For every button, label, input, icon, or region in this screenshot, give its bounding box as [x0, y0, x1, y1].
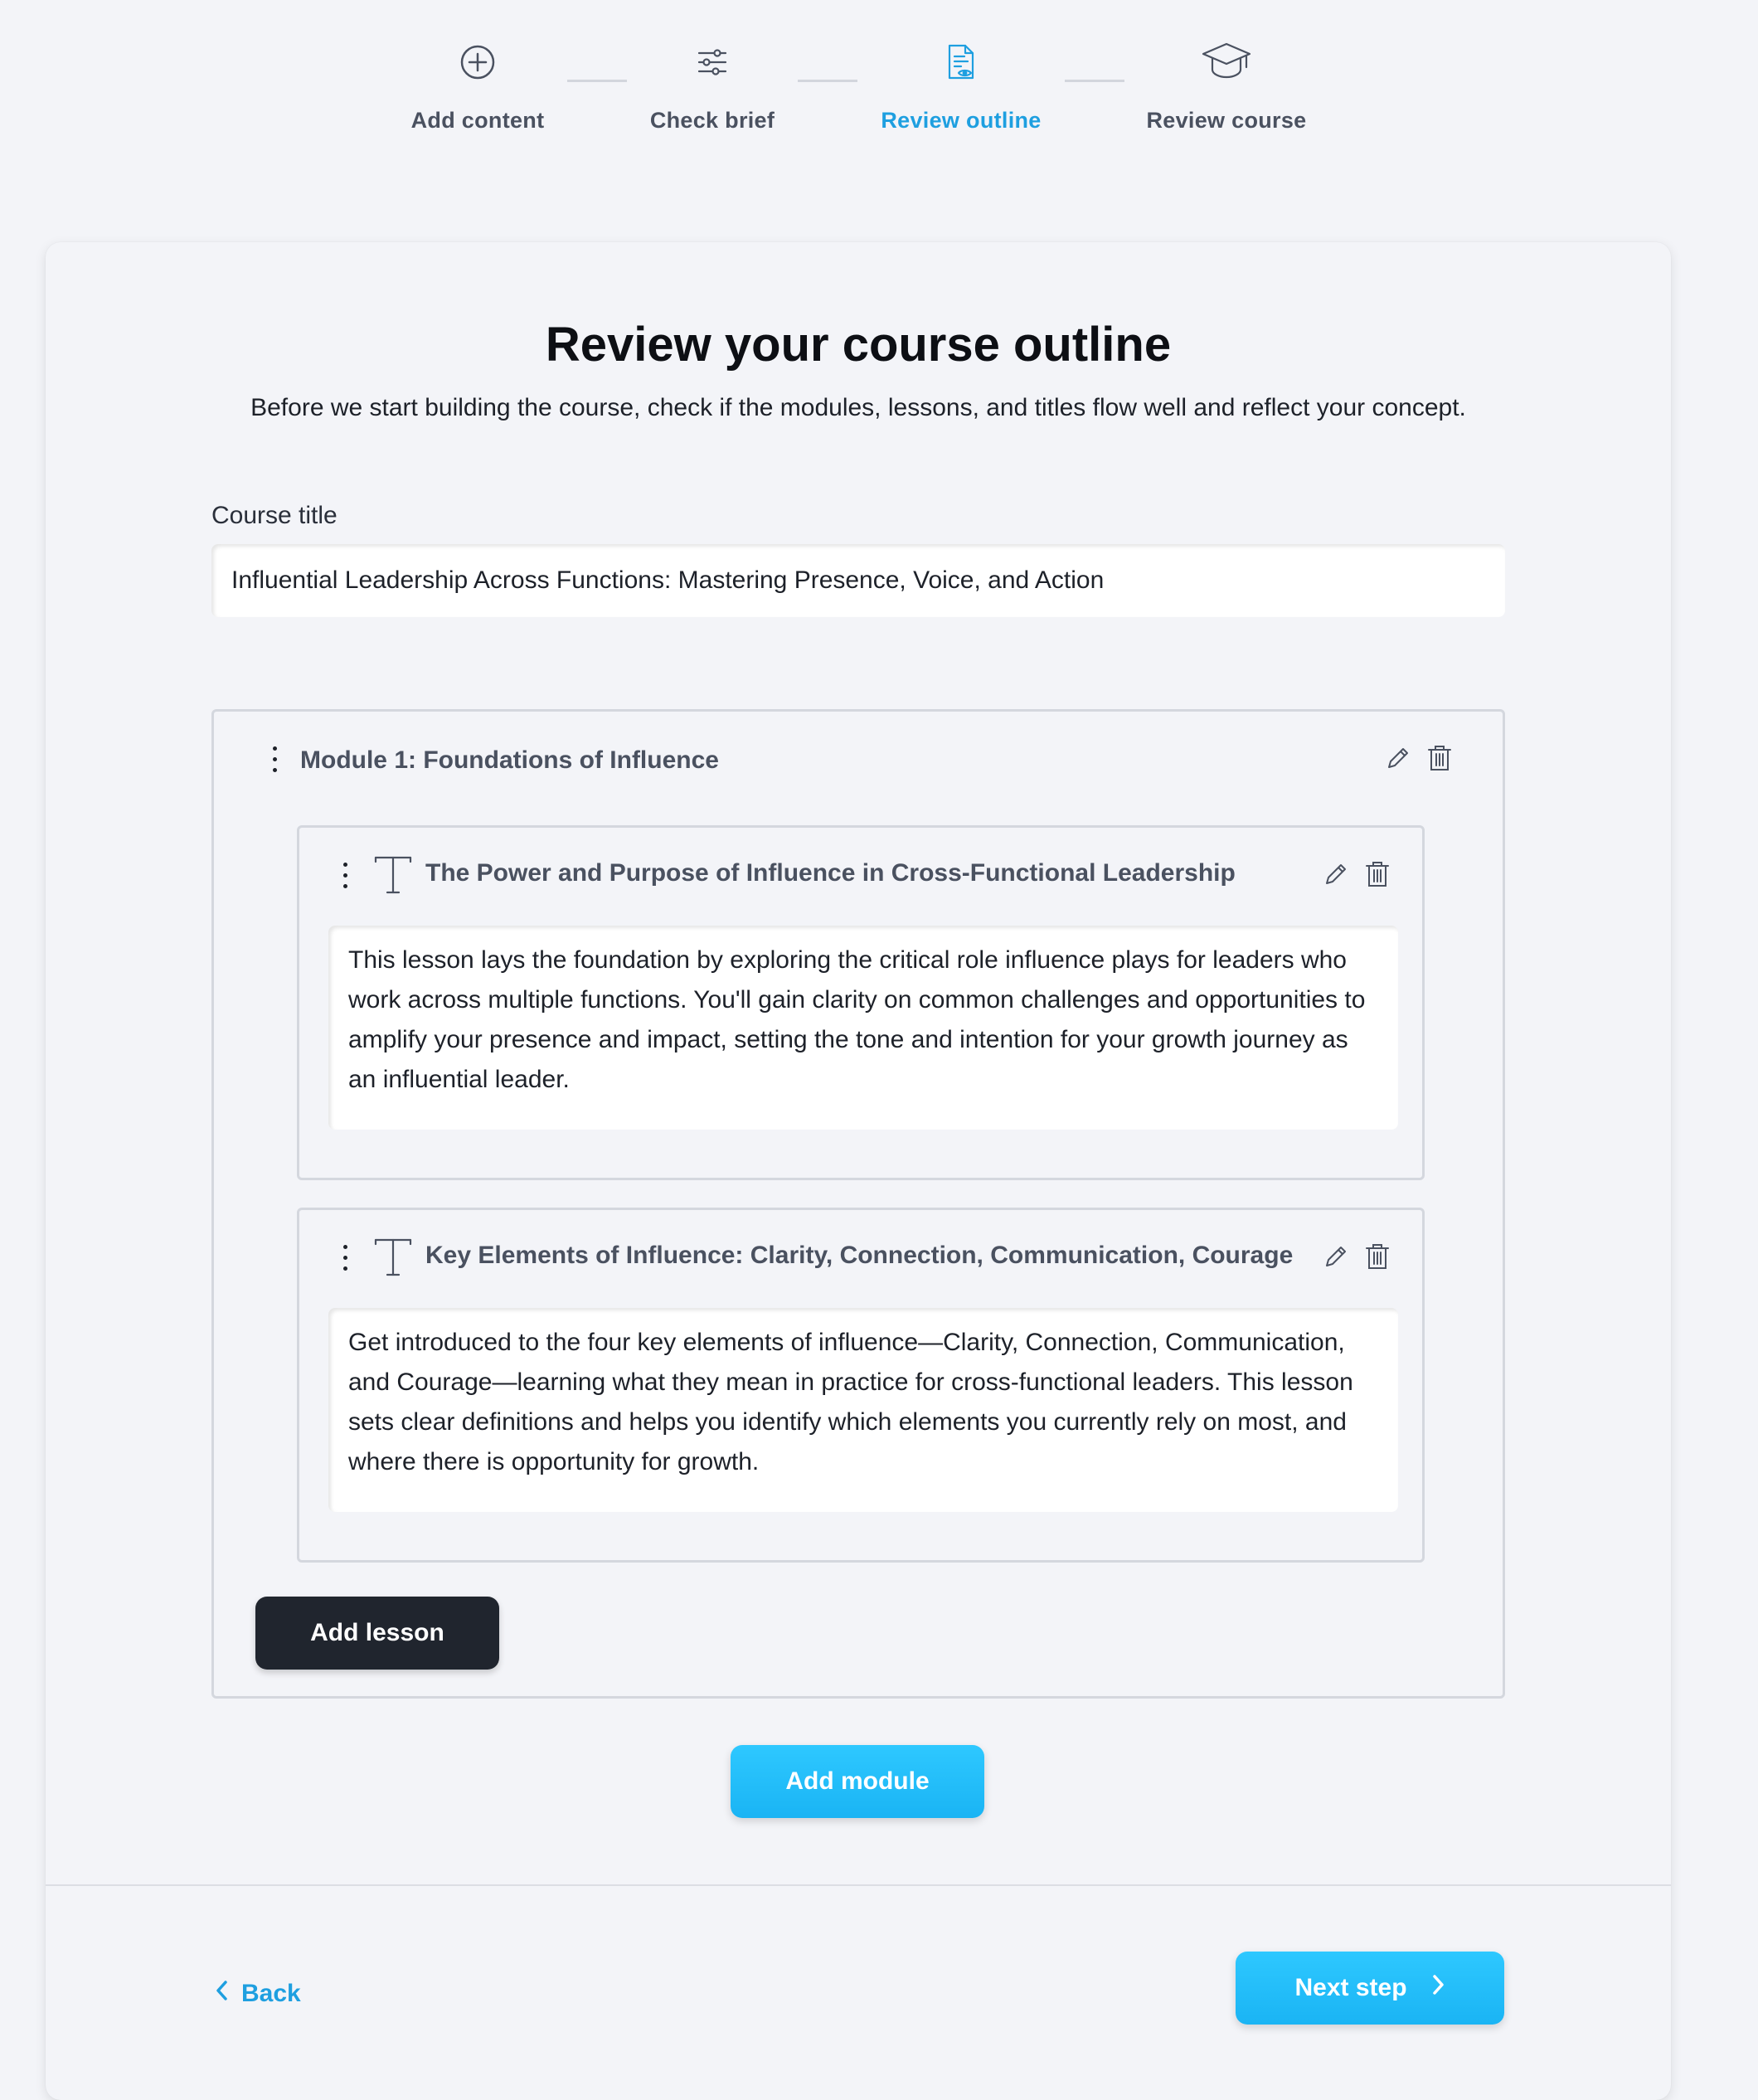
step-review-outline[interactable]: Review outline — [853, 33, 1069, 134]
delete-lesson-trash-icon[interactable] — [1362, 859, 1392, 889]
add-module-button[interactable]: Add module — [731, 1745, 984, 1818]
back-button[interactable]: Back — [215, 1980, 301, 2008]
step-label: Review outline — [881, 108, 1042, 133]
step-label: Review course — [1146, 108, 1307, 133]
lesson-card: Key Elements of Influence: Clarity, Conn… — [297, 1208, 1425, 1563]
edit-lesson-pencil-icon[interactable] — [1321, 1242, 1351, 1271]
document-eye-icon — [853, 33, 1069, 91]
delete-lesson-trash-icon[interactable] — [1362, 1242, 1392, 1271]
chevron-left-icon — [215, 1980, 228, 2008]
outline-card: Review your course outline Before we sta… — [46, 242, 1671, 2100]
edit-lesson-pencil-icon[interactable] — [1321, 859, 1351, 889]
back-label: Back — [241, 1980, 301, 2007]
lesson-description-field[interactable]: Get introduced to the four key elements … — [328, 1308, 1398, 1512]
step-label: Check brief — [649, 108, 775, 133]
add-lesson-button[interactable]: Add lesson — [255, 1597, 499, 1670]
lesson-title: The Power and Purpose of Influence in Cr… — [425, 859, 1236, 887]
delete-module-trash-icon[interactable] — [1425, 743, 1454, 773]
step-review-course[interactable]: Review course — [1119, 33, 1334, 134]
lesson-card: The Power and Purpose of Influence in Cr… — [297, 825, 1425, 1180]
plus-circle-icon — [370, 33, 585, 91]
progress-stepper: Add content Check brief Review outline R… — [0, 0, 1758, 166]
edit-module-pencil-icon[interactable] — [1383, 743, 1413, 773]
module-card: Module 1: Foundations of Influence The P… — [211, 709, 1505, 1699]
lesson-description-field[interactable]: This lesson lays the foundation by explo… — [328, 926, 1398, 1130]
drag-handle-icon[interactable] — [339, 1245, 351, 1275]
text-lesson-icon — [372, 1237, 414, 1278]
next-step-label: Next step — [1294, 1974, 1407, 2001]
text-lesson-icon — [372, 854, 414, 896]
footer-divider — [46, 1884, 1671, 1886]
step-add-content[interactable]: Add content — [370, 33, 585, 134]
drag-handle-icon[interactable] — [269, 746, 280, 776]
step-check-brief[interactable]: Check brief — [605, 33, 820, 134]
course-title-label: Course title — [211, 502, 338, 529]
page-title: Review your course outline — [545, 318, 1172, 372]
graduation-cap-icon — [1119, 33, 1334, 91]
module-title: Module 1: Foundations of Influence — [300, 746, 719, 774]
lesson-title: Key Elements of Influence: Clarity, Conn… — [425, 1242, 1294, 1269]
step-label: Add content — [410, 108, 545, 133]
step-connector — [798, 80, 857, 82]
sliders-icon — [605, 33, 820, 91]
page-subtitle: Before we start building the course, che… — [250, 394, 1466, 421]
drag-handle-icon[interactable] — [339, 863, 351, 892]
next-step-button[interactable]: Next step — [1236, 1952, 1504, 2025]
step-connector — [1065, 80, 1124, 82]
chevron-right-icon — [1432, 1974, 1445, 2002]
course-title-input[interactable] — [211, 544, 1505, 617]
